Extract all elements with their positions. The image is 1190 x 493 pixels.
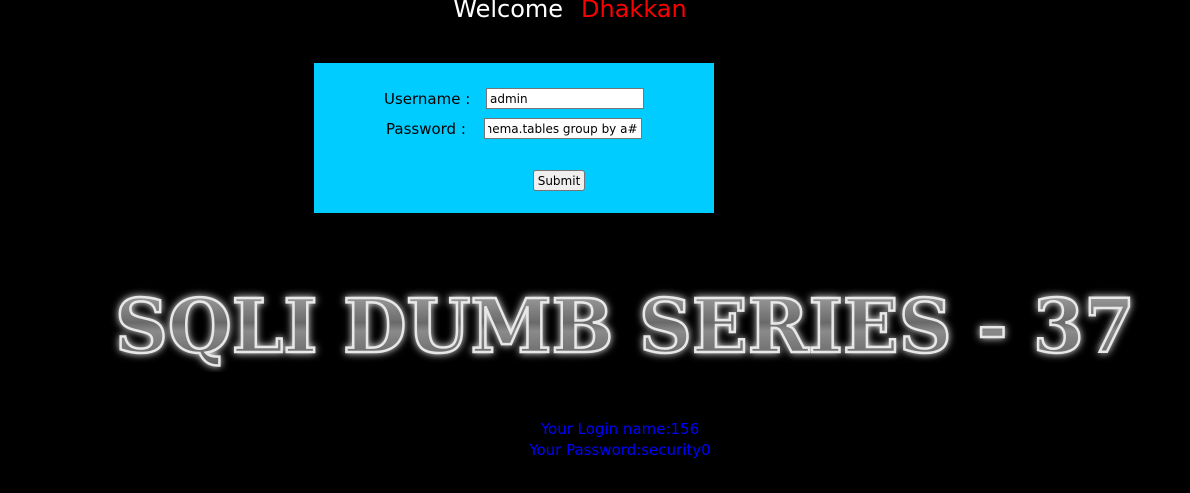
- welcome-header: Welcome Dhakkan: [0, 0, 1190, 24]
- banner-text: SQLI DUMB SERIES - 37: [115, 284, 1135, 370]
- password-label: Password :: [386, 120, 466, 138]
- welcome-text: Welcome: [453, 0, 564, 23]
- login-name-result: Your Login name:156: [540, 420, 700, 438]
- banner-image: SQLI DUMB SERIES - 37: [105, 282, 1145, 372]
- submit-button[interactable]: Submit: [533, 170, 585, 191]
- username-label: Username :: [384, 90, 471, 108]
- login-form: Username : Password : Submit: [314, 63, 714, 213]
- username-input[interactable]: [486, 88, 644, 109]
- user-name-text: Dhakkan: [581, 0, 687, 23]
- password-input[interactable]: [484, 118, 642, 139]
- page: Welcome Dhakkan Username : Password : Sub…: [0, 0, 1190, 493]
- password-result: Your Password:security0: [529, 441, 711, 459]
